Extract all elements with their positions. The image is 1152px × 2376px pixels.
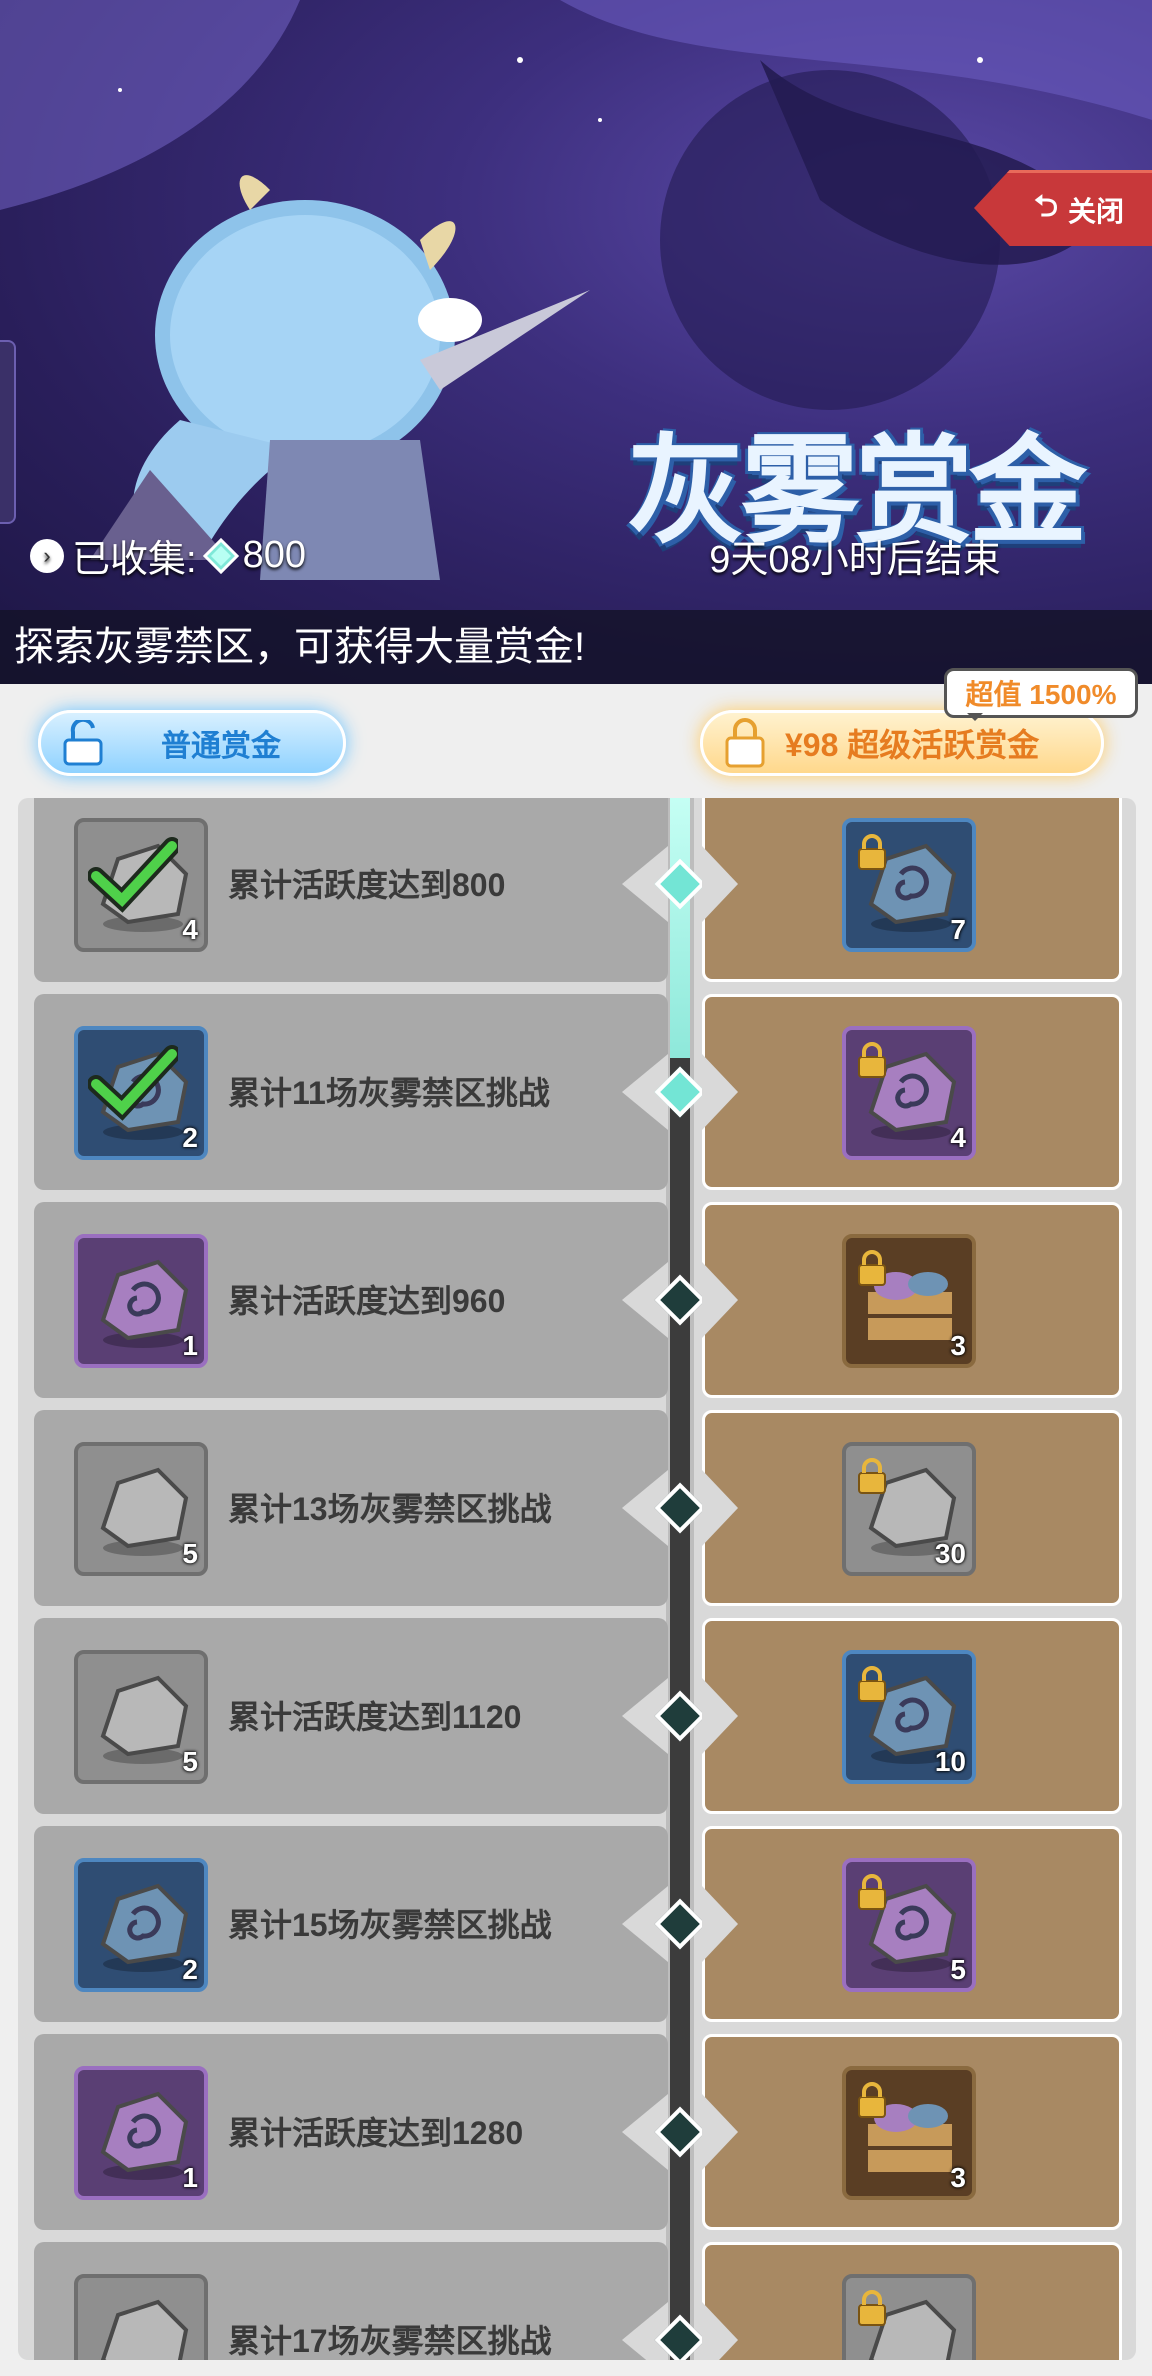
item-quantity: 3 <box>950 1330 966 1361</box>
value-badge: 超值 1500% <box>944 668 1138 721</box>
tab-normal-label: 普通赏金 <box>161 730 281 763</box>
close-label: 关闭 <box>1067 195 1124 227</box>
reward-row: 5 累计活跃度达到1120 10 <box>18 1618 1136 1814</box>
locked-icon <box>725 718 765 768</box>
item-quantity: 1 <box>182 1330 198 1361</box>
item-quantity: 3 <box>950 2162 966 2193</box>
item-quantity: 4 <box>950 1122 966 1153</box>
normal-reward-item[interactable]: 5 <box>74 1650 208 1784</box>
premium-reward-item[interactable]: 7 <box>842 818 976 952</box>
lock-icon <box>858 2290 886 2326</box>
unlocked-icon <box>63 720 103 766</box>
reward-row: 2 累计15场灰雾禁区挑战 5 <box>18 1826 1136 2022</box>
task-label: 累计17场灰雾禁区挑战 <box>228 2323 552 2359</box>
item-quantity: 5 <box>182 1538 198 1569</box>
normal-reward-item[interactable]: 1 <box>74 1234 208 1368</box>
reward-row: 1 累计活跃度达到1280 3 <box>18 2034 1136 2230</box>
normal-reward-item[interactable]: 4 <box>74 818 208 952</box>
premium-reward-item[interactable]: 5 <box>842 1858 976 1992</box>
premium-reward-item[interactable]: 10 <box>842 1650 976 1784</box>
tab-premium-label: ¥98 超级活跃赏金 <box>785 727 1040 763</box>
item-quantity: 2 <box>182 1122 198 1153</box>
task-label: 累计活跃度达到800 <box>228 867 506 903</box>
premium-reward-item[interactable]: 4 <box>842 1026 976 1160</box>
tab-premium-bounty[interactable]: ¥98 超级活跃赏金 <box>700 710 1104 776</box>
lock-icon <box>858 2082 886 2118</box>
lock-icon <box>858 1042 886 1078</box>
premium-reward-item[interactable]: 3 <box>842 2066 976 2200</box>
reward-row: 2 累计11场灰雾禁区挑战 4 <box>18 994 1136 1190</box>
reward-row: 5 累计13场灰雾禁区挑战 30 <box>18 1410 1136 1606</box>
item-quantity: 5 <box>950 1954 966 1985</box>
collected-label: 已收集: <box>72 539 197 581</box>
task-label: 累计活跃度达到1280 <box>228 2115 524 2151</box>
event-banner: ⮌ 关闭 灰雾赏金 9天08小时后结束 › 已收集: 800 探索灰雾禁区，可获… <box>0 0 1152 684</box>
normal-reward-item[interactable]: 2 <box>74 1026 208 1160</box>
normal-reward-item[interactable]: 1 <box>74 2066 208 2200</box>
task-label: 累计15场灰雾禁区挑战 <box>228 1907 552 1943</box>
lock-icon <box>858 1250 886 1286</box>
lock-icon <box>858 1666 886 1702</box>
normal-reward-item[interactable] <box>74 2274 208 2360</box>
lock-icon <box>858 1874 886 1910</box>
chevron-right-icon: › <box>30 538 64 573</box>
check-icon <box>88 837 178 913</box>
mist-rock-icon <box>100 2299 189 2360</box>
item-quantity: 2 <box>182 1954 198 1985</box>
collected-counter[interactable]: › 已收集: 800 <box>30 528 306 583</box>
lock-icon <box>858 1458 886 1494</box>
task-label: 累计11场灰雾禁区挑战 <box>228 1075 550 1111</box>
side-tab-handle[interactable] <box>0 340 16 524</box>
normal-reward-item[interactable]: 5 <box>74 1442 208 1576</box>
task-label: 累计活跃度达到960 <box>228 1283 506 1319</box>
item-quantity: 1 <box>182 2162 198 2193</box>
task-label: 累计活跃度达到1120 <box>228 1699 522 1735</box>
gem-icon <box>202 537 239 574</box>
lock-icon <box>858 834 886 870</box>
reward-row: 累计17场灰雾禁区挑战 <box>18 2242 1136 2360</box>
item-quantity: 30 <box>934 1538 966 1569</box>
close-button[interactable]: ⮌ 关闭 <box>974 170 1152 246</box>
normal-reward-item[interactable]: 2 <box>74 1858 208 1992</box>
premium-reward-item[interactable]: 3 <box>842 1234 976 1368</box>
collected-value: 800 <box>242 534 306 576</box>
item-quantity: 10 <box>934 1746 966 1777</box>
item-quantity: 4 <box>182 914 198 945</box>
tab-normal-bounty[interactable]: 普通赏金 <box>38 710 346 776</box>
item-quantity: 7 <box>950 914 966 945</box>
check-icon <box>88 1045 178 1121</box>
task-label: 累计13场灰雾禁区挑战 <box>228 1491 552 1527</box>
reward-row: 1 累计活跃度达到960 3 <box>18 1202 1136 1398</box>
reward-list[interactable]: 4 累计活跃度达到800 7 2 累计11场灰雾禁区挑战 4 1 累计活跃度达到… <box>18 798 1136 2360</box>
premium-reward-item[interactable] <box>842 2274 976 2360</box>
event-countdown: 9天08小时后结束 <box>709 539 1001 581</box>
return-arrow-icon: ⮌ <box>1033 190 1058 223</box>
item-quantity: 5 <box>182 1746 198 1777</box>
premium-reward-item[interactable]: 30 <box>842 1442 976 1576</box>
reward-row: 4 累计活跃度达到800 7 <box>18 798 1136 982</box>
